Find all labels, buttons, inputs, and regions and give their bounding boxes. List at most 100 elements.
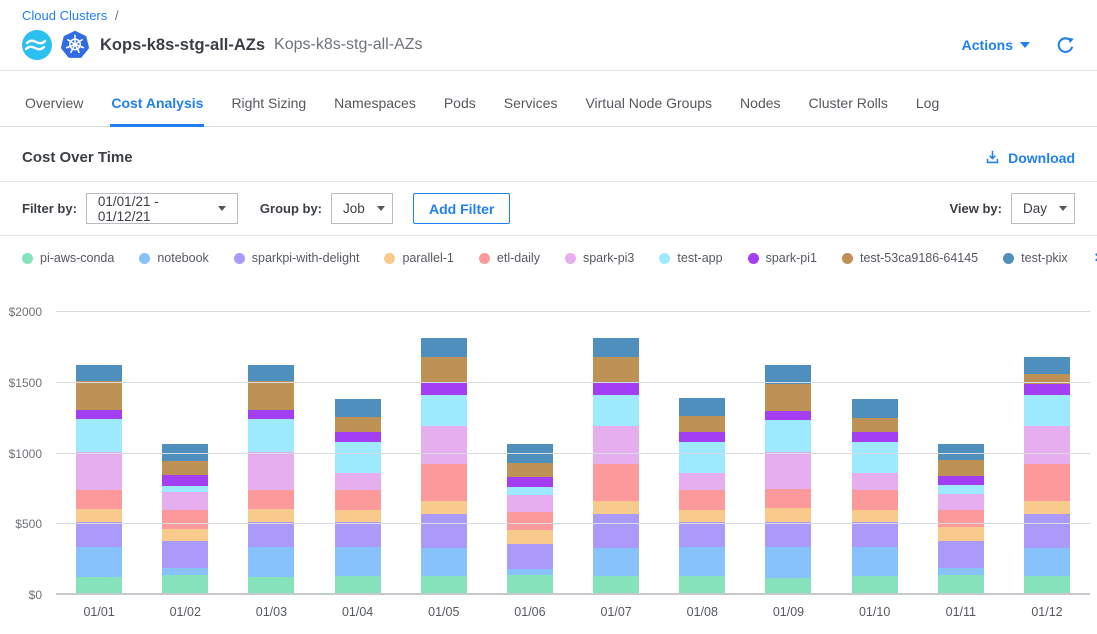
- bar-segment-parallel-1[interactable]: [1024, 501, 1070, 514]
- bar-segment-test-pkix[interactable]: [248, 365, 294, 381]
- bar-segment-pi-aws-conda[interactable]: [679, 576, 725, 593]
- bar-segment-test-app[interactable]: [76, 419, 122, 452]
- bar-segment-pi-aws-conda[interactable]: [593, 576, 639, 593]
- tab-pods[interactable]: Pods: [443, 71, 477, 127]
- bar-segment-test-app[interactable]: [1024, 395, 1070, 426]
- tab-cost-analysis[interactable]: Cost Analysis: [110, 71, 204, 127]
- bar-segment-spark-pi1[interactable]: [679, 432, 725, 442]
- bar-segment-test-pkix[interactable]: [507, 444, 553, 462]
- stacked-bar-01/04[interactable]: [335, 399, 381, 593]
- bar-segment-etl-daily[interactable]: [679, 490, 725, 510]
- bar-segment-parallel-1[interactable]: [162, 529, 208, 540]
- bar-segment-spark-pi1[interactable]: [593, 382, 639, 395]
- stacked-bar-01/05[interactable]: [421, 338, 467, 593]
- bar-segment-notebook[interactable]: [248, 547, 294, 577]
- bar-segment-test-pkix[interactable]: [1024, 357, 1070, 375]
- bar-segment-sparkpi-with-delight[interactable]: [162, 541, 208, 569]
- bar-segment-parallel-1[interactable]: [765, 508, 811, 521]
- bar-segment-etl-daily[interactable]: [248, 490, 294, 509]
- bar-segment-test-app[interactable]: [248, 419, 294, 452]
- bar-segment-notebook[interactable]: [852, 547, 898, 576]
- stacked-bar-01/08[interactable]: [679, 398, 725, 593]
- legend-item-notebook[interactable]: notebook: [139, 251, 208, 265]
- bar-segment-etl-daily[interactable]: [76, 490, 122, 509]
- bar-segment-spark-pi1[interactable]: [765, 411, 811, 420]
- bar-segment-test-app[interactable]: [852, 442, 898, 473]
- bar-segment-notebook[interactable]: [335, 547, 381, 576]
- bar-segment-pi-aws-conda[interactable]: [852, 576, 898, 593]
- bar-segment-spark-pi1[interactable]: [76, 410, 122, 419]
- bar-segment-test-pkix[interactable]: [679, 398, 725, 416]
- actions-button[interactable]: Actions: [962, 37, 1030, 53]
- legend-item-pi-aws-conda[interactable]: pi-aws-conda: [22, 251, 114, 265]
- add-filter-button[interactable]: Add Filter: [413, 193, 510, 224]
- bar-segment-spark-pi3[interactable]: [76, 452, 122, 490]
- bar-segment-test-app[interactable]: [335, 442, 381, 473]
- bar-segment-test-pkix[interactable]: [421, 338, 467, 357]
- bar-segment-parallel-1[interactable]: [507, 530, 553, 544]
- bar-segment-test-pkix[interactable]: [335, 399, 381, 417]
- bar-segment-etl-daily[interactable]: [852, 490, 898, 510]
- bar-segment-etl-daily[interactable]: [335, 490, 381, 510]
- bar-segment-spark-pi1[interactable]: [421, 382, 467, 395]
- bar-segment-test-53ca9186-64145[interactable]: [852, 418, 898, 432]
- bar-segment-etl-daily[interactable]: [1024, 464, 1070, 502]
- bar-segment-spark-pi3[interactable]: [765, 452, 811, 490]
- download-button[interactable]: Download: [984, 149, 1075, 166]
- bar-segment-spark-pi3[interactable]: [679, 473, 725, 490]
- bar-segment-etl-daily[interactable]: [421, 464, 467, 502]
- bar-segment-sparkpi-with-delight[interactable]: [765, 522, 811, 548]
- bar-segment-notebook[interactable]: [765, 547, 811, 578]
- bar-segment-test-app[interactable]: [679, 442, 725, 473]
- bar-segment-pi-aws-conda[interactable]: [765, 578, 811, 593]
- date-range-select[interactable]: 01/01/21 - 01/12/21: [86, 193, 238, 224]
- bar-segment-etl-daily[interactable]: [765, 489, 811, 508]
- tab-virtual-node-groups[interactable]: Virtual Node Groups: [584, 71, 713, 127]
- bar-segment-test-app[interactable]: [765, 420, 811, 451]
- bar-segment-spark-pi3[interactable]: [507, 495, 553, 512]
- bar-segment-test-pkix[interactable]: [76, 365, 122, 381]
- bar-segment-spark-pi1[interactable]: [507, 477, 553, 487]
- bar-segment-parallel-1[interactable]: [335, 510, 381, 523]
- bar-segment-sparkpi-with-delight[interactable]: [679, 522, 725, 547]
- legend-item-test-pkix[interactable]: test-pkix: [1003, 251, 1068, 265]
- bar-segment-notebook[interactable]: [1024, 548, 1070, 576]
- bar-segment-test-53ca9186-64145[interactable]: [162, 461, 208, 474]
- bar-segment-pi-aws-conda[interactable]: [335, 576, 381, 593]
- stacked-bar-01/03[interactable]: [248, 365, 294, 593]
- bar-segment-spark-pi1[interactable]: [1024, 384, 1070, 395]
- bar-segment-test-app[interactable]: [593, 395, 639, 426]
- legend-item-spark-pi1[interactable]: spark-pi1: [748, 251, 817, 265]
- legend-item-test-app[interactable]: test-app: [659, 251, 722, 265]
- bar-segment-etl-daily[interactable]: [507, 512, 553, 530]
- bar-segment-test-53ca9186-64145[interactable]: [421, 357, 467, 381]
- breadcrumb-cloud-clusters-link[interactable]: Cloud Clusters: [22, 8, 107, 23]
- bar-segment-pi-aws-conda[interactable]: [938, 575, 984, 593]
- bar-segment-test-53ca9186-64145[interactable]: [679, 416, 725, 432]
- bar-segment-notebook[interactable]: [76, 547, 122, 577]
- bar-segment-test-pkix[interactable]: [593, 338, 639, 357]
- bar-segment-test-53ca9186-64145[interactable]: [1024, 374, 1070, 384]
- bar-segment-sparkpi-with-delight[interactable]: [1024, 514, 1070, 547]
- bar-segment-test-app[interactable]: [421, 395, 467, 426]
- stacked-bar-01/07[interactable]: [593, 338, 639, 593]
- bar-segment-notebook[interactable]: [679, 547, 725, 576]
- stacked-bar-01/12[interactable]: [1024, 357, 1070, 593]
- bar-segment-parallel-1[interactable]: [593, 501, 639, 514]
- tab-cluster-rolls[interactable]: Cluster Rolls: [808, 71, 889, 127]
- stacked-bar-01/01[interactable]: [76, 365, 122, 593]
- tab-namespaces[interactable]: Namespaces: [333, 71, 417, 127]
- bar-segment-test-app[interactable]: [507, 487, 553, 495]
- bar-segment-sparkpi-with-delight[interactable]: [76, 522, 122, 547]
- stacked-bar-01/11[interactable]: [938, 444, 984, 593]
- bar-segment-etl-daily[interactable]: [162, 510, 208, 529]
- bar-segment-test-app[interactable]: [938, 485, 984, 494]
- bar-segment-test-53ca9186-64145[interactable]: [765, 384, 811, 412]
- bar-segment-spark-pi1[interactable]: [335, 432, 381, 442]
- bar-segment-pi-aws-conda[interactable]: [162, 575, 208, 593]
- bar-segment-pi-aws-conda[interactable]: [248, 577, 294, 593]
- bar-segment-test-53ca9186-64145[interactable]: [507, 463, 553, 477]
- bar-segment-spark-pi3[interactable]: [1024, 426, 1070, 464]
- bar-segment-spark-pi3[interactable]: [421, 426, 467, 464]
- stacked-bar-01/10[interactable]: [852, 399, 898, 593]
